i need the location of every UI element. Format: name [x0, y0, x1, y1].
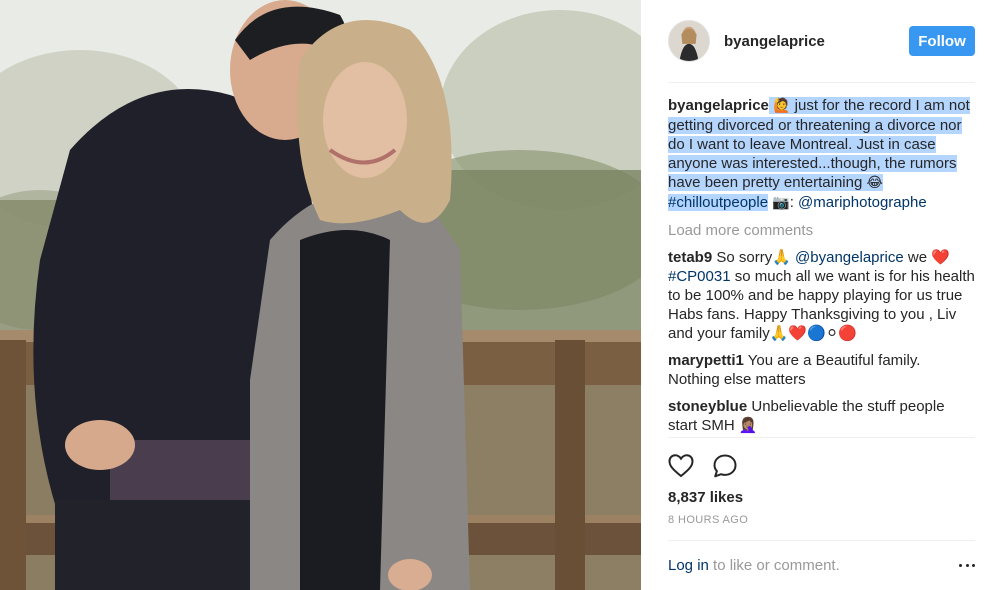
login-link[interactable]: Log in — [668, 557, 709, 574]
comment-hashtag[interactable]: #CP0031 — [668, 268, 731, 285]
likes-count[interactable]: 8,837 likes — [668, 488, 975, 508]
comment-mention[interactable]: @byangelaprice — [795, 249, 904, 266]
load-more-comments-link[interactable]: Load more comments — [668, 221, 975, 240]
caption-hashtag[interactable]: #chilloutpeople — [668, 194, 768, 211]
post-caption: byangelaprice 🙋 just for the record I am… — [668, 96, 975, 213]
couple-photo-illustration — [0, 0, 641, 590]
post-timestamp[interactable]: 8 HOURS AGO — [668, 514, 975, 526]
heart-outline-icon[interactable] — [668, 453, 694, 479]
profile-avatar[interactable] — [668, 20, 710, 62]
follow-button[interactable]: Follow — [909, 26, 975, 56]
action-icons-row — [668, 438, 975, 488]
instagram-post: byangelaprice Follow byangelaprice 🙋 jus… — [0, 0, 1000, 590]
comment-text: we ❤️ — [903, 249, 950, 266]
comment-item: stoneyblue Unbelievable the stuff people… — [668, 397, 975, 435]
avatar-image — [669, 21, 709, 61]
caption-credit-prefix: : — [789, 194, 799, 211]
comment-username[interactable]: tetab9 — [668, 249, 712, 266]
post-actions: 8,837 likes 8 HOURS AGO — [668, 437, 975, 526]
comment-text: So sorry🙏 — [712, 249, 796, 266]
more-options-icon[interactable] — [959, 558, 975, 574]
login-prompt: Log in to like or comment. — [668, 557, 959, 574]
comments-section: byangelaprice 🙋 just for the record I am… — [668, 83, 975, 437]
comment-username[interactable]: marypetti1 — [668, 352, 744, 369]
raising-hand-emoji: 🙋 — [773, 98, 791, 114]
caption-username[interactable]: byangelaprice — [668, 97, 769, 114]
camera-emoji: 📷 — [772, 195, 790, 211]
post-side-panel: byangelaprice Follow byangelaprice 🙋 jus… — [641, 0, 1000, 590]
post-photo — [0, 0, 641, 590]
comment-item: marypetti1 You are a Beautiful family. N… — [668, 351, 975, 389]
post-header: byangelaprice Follow — [668, 0, 975, 83]
login-prompt-text: to like or comment. — [708, 557, 840, 574]
speech-bubble-icon[interactable] — [712, 453, 738, 479]
comment-username[interactable]: stoneyblue — [668, 398, 747, 415]
post-author-username[interactable]: byangelaprice — [724, 33, 909, 50]
comment-item: tetab9 So sorry🙏 @byangelaprice we ❤️ #C… — [668, 248, 975, 343]
laughing-emoji: 😂 — [866, 175, 883, 191]
post-footer: Log in to like or comment. — [668, 540, 975, 590]
caption-credit-mention[interactable]: @mariphotographe — [798, 194, 927, 211]
